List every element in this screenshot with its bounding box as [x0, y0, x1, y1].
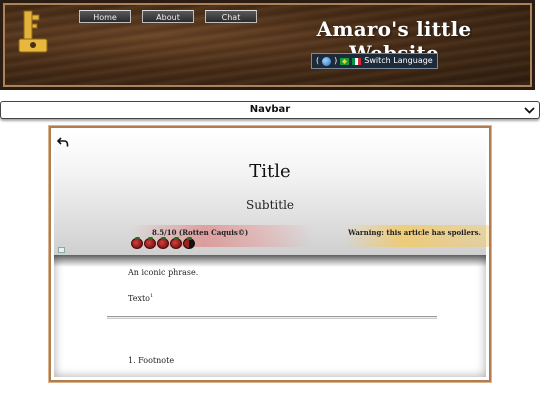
nav-chat-link[interactable]: Chat [205, 10, 257, 23]
article-text-content: Texto [128, 294, 150, 303]
tomato-icon [170, 237, 182, 249]
italy-flag-icon [352, 57, 362, 65]
tomato-icon [157, 237, 169, 249]
navbar-dropdown[interactable]: Navbar [0, 101, 540, 119]
site-header: Home About Chat Amaro's little Website (… [0, 0, 535, 90]
key-logo-icon[interactable] [17, 9, 53, 55]
tomato-icon [144, 237, 156, 249]
switch-language-button[interactable]: ( ) Switch Language [311, 53, 438, 69]
footnote-divider [107, 316, 437, 319]
broken-image-icon [58, 247, 65, 253]
nav-about-link[interactable]: About [142, 10, 194, 23]
article-text: Texto1 [128, 293, 153, 303]
rating-text: 8.5/10 (Rotten Caquis©) [152, 228, 249, 237]
article-subtitle: Subtitle [245, 198, 295, 212]
footnote-item: 1. Footnote [128, 356, 175, 365]
article-header: Title Subtitle 8.5/10 (Rotten Caquis©) W… [54, 131, 489, 255]
footnote-ref-link[interactable]: 1 [150, 293, 153, 299]
navbar-label: Navbar [249, 104, 291, 115]
lang-paren-open: ( [316, 56, 320, 65]
article-title: Title [249, 161, 291, 182]
half-tomato-icon [183, 237, 195, 249]
chevron-down-icon [524, 107, 535, 114]
article-card: Title Subtitle 8.5/10 (Rotten Caquis©) W… [48, 125, 492, 383]
brazil-flag-icon [340, 57, 350, 65]
lang-paren-close: ) [334, 56, 338, 65]
nav-home-link[interactable]: Home [79, 10, 131, 23]
top-nav: Home About Chat [79, 10, 257, 23]
article-phrase: An iconic phrase. [128, 268, 199, 277]
header-banner: Home About Chat Amaro's little Website (… [3, 3, 532, 87]
switch-language-label: Switch Language [364, 56, 433, 65]
globe-icon [322, 56, 332, 66]
spoiler-warning: Warning: this article has spoilers. [348, 228, 481, 237]
tomato-icon [131, 237, 143, 249]
rating-tomatoes [131, 237, 195, 249]
back-arrow-icon[interactable] [57, 136, 69, 148]
header-shadow [54, 255, 486, 267]
article-body: An iconic phrase. Texto1 1. Footnote [54, 255, 486, 377]
